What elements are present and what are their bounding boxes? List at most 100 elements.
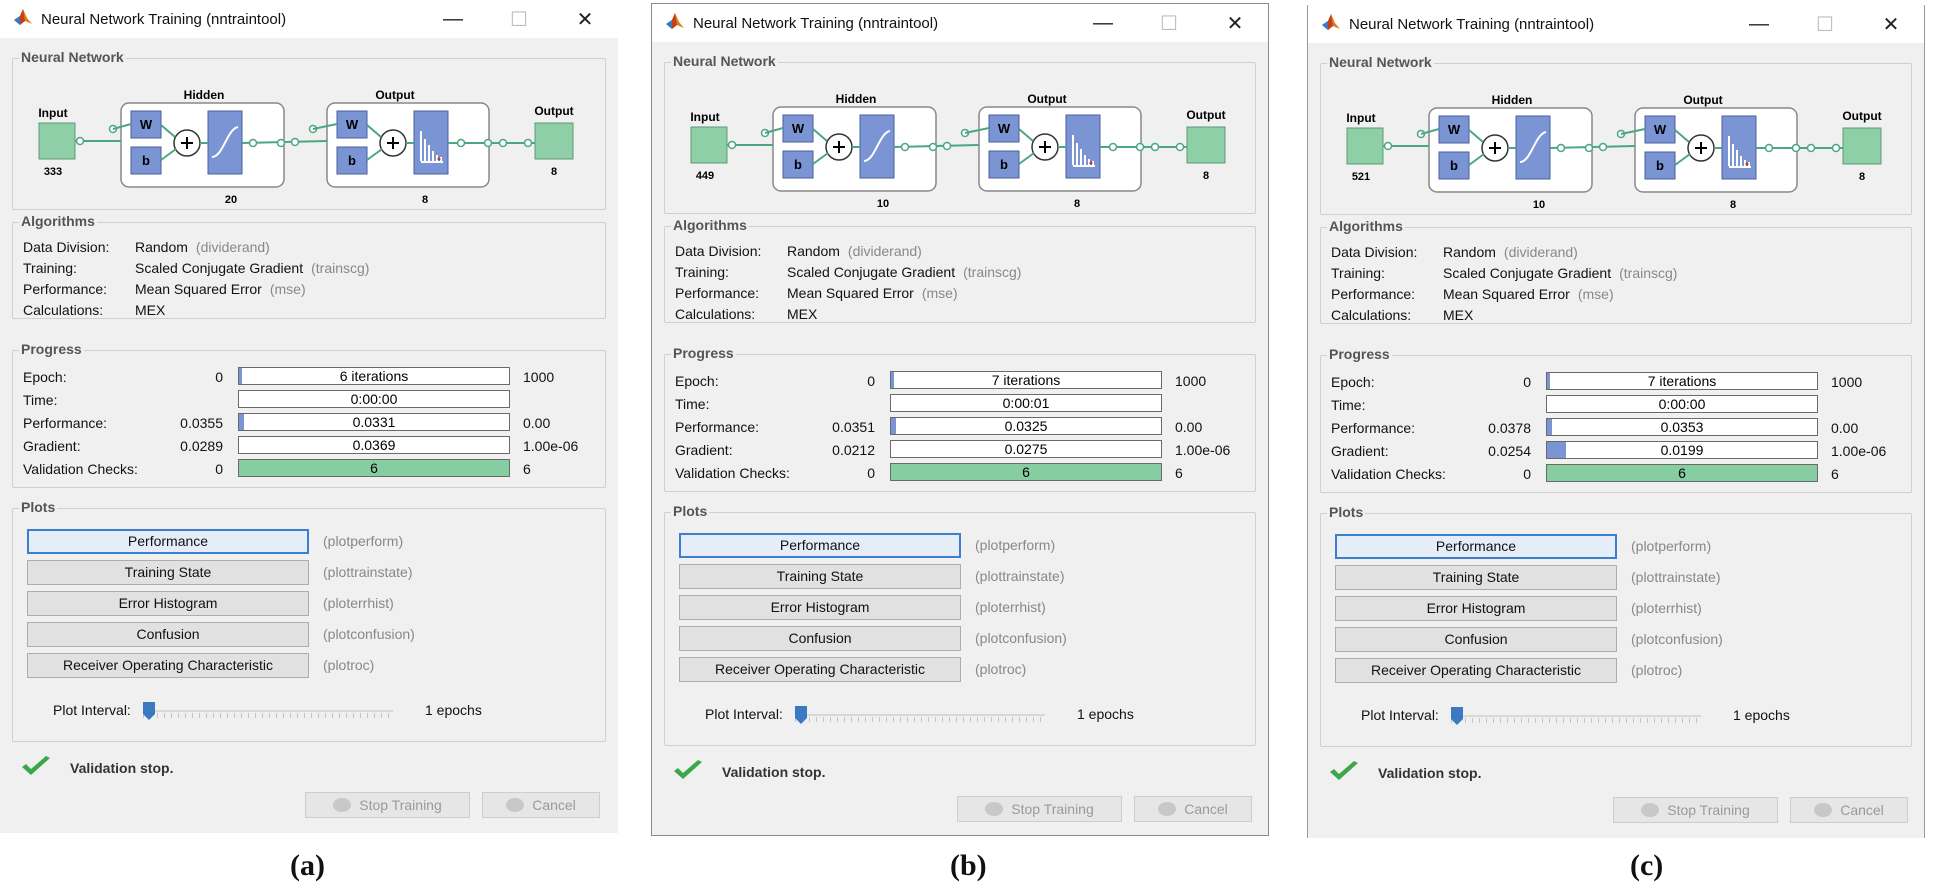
plot-button-receiver-operating-characteristic[interactable]: Receiver Operating Characteristic bbox=[27, 653, 309, 678]
maximize-icon[interactable]: ☐ bbox=[1136, 4, 1202, 42]
title-bar[interactable]: Neural Network Training (nntraintool) — ☐ ✕ bbox=[0, 0, 618, 38]
plot-button-error-histogram[interactable]: Error Histogram bbox=[1335, 596, 1617, 621]
minimize-icon[interactable]: — bbox=[1726, 5, 1792, 43]
plot-function: (plotroc) bbox=[323, 657, 375, 673]
plot-button-confusion[interactable]: Confusion bbox=[27, 622, 309, 647]
section-label: Progress bbox=[19, 341, 84, 357]
input-size: 521 bbox=[1352, 171, 1370, 183]
plot-button-performance[interactable]: Performance bbox=[27, 529, 309, 554]
stop-training-button[interactable]: Stop Training bbox=[305, 792, 470, 818]
progress-current-value: 0.0331 bbox=[352, 414, 396, 430]
algorithm-row: Data Division: Random (dividerand) bbox=[675, 243, 922, 259]
output-transfer-block bbox=[413, 110, 449, 175]
progress-max-value: 0.00 bbox=[1831, 420, 1859, 436]
plot-button-error-histogram[interactable]: Error Histogram bbox=[679, 595, 961, 620]
hidden-bias-label: b bbox=[794, 157, 802, 172]
maximize-icon[interactable]: ☐ bbox=[486, 0, 552, 38]
stop-training-button[interactable]: Stop Training bbox=[957, 796, 1122, 822]
plot-function: (plotconfusion) bbox=[1631, 631, 1723, 647]
minimize-icon[interactable]: — bbox=[1070, 4, 1136, 42]
slider-thumb[interactable] bbox=[143, 702, 155, 720]
title-bar[interactable]: Neural Network Training (nntraintool) — ☐ ✕ bbox=[1308, 5, 1924, 43]
progress-current-value: 0.0199 bbox=[1660, 442, 1704, 458]
maximize-icon[interactable]: ☐ bbox=[1792, 5, 1858, 43]
progress-max-value: 1.00e-06 bbox=[1831, 443, 1887, 459]
minimize-icon[interactable]: — bbox=[420, 0, 486, 38]
algorithm-function: (dividerand) bbox=[1503, 244, 1578, 260]
plot-button-receiver-operating-characteristic[interactable]: Receiver Operating Characteristic bbox=[1335, 658, 1617, 683]
algorithm-value: Mean Squared Error bbox=[787, 285, 914, 301]
stop-training-button[interactable]: Stop Training bbox=[1613, 797, 1778, 823]
output-bias-label: b bbox=[1000, 157, 1008, 172]
cancel-button[interactable]: Cancel bbox=[482, 792, 600, 818]
stop-icon bbox=[985, 802, 1004, 816]
plot-interval-value: 1 epochs bbox=[1733, 707, 1790, 723]
progress-max-value: 6 bbox=[523, 461, 531, 477]
cancel-icon bbox=[1814, 803, 1833, 817]
algorithm-row: Data Division: Random (dividerand) bbox=[23, 239, 270, 255]
status-message: Validation stop. bbox=[1328, 760, 1481, 785]
progress-row: Epoch: 0 7 iterations 1000 bbox=[1331, 372, 1911, 392]
plot-interval-slider[interactable] bbox=[795, 706, 1045, 724]
plot-interval-slider[interactable] bbox=[1451, 707, 1701, 725]
slider-thumb[interactable] bbox=[1451, 707, 1463, 725]
stop-icon bbox=[1641, 803, 1660, 817]
progress-row: Validation Checks: 0 6 6 bbox=[675, 463, 1255, 483]
algorithm-label: Training: bbox=[23, 260, 77, 276]
plot-function: (plotconfusion) bbox=[975, 630, 1067, 646]
hidden-layer-label: Hidden bbox=[836, 92, 877, 106]
input-size: 449 bbox=[696, 170, 714, 182]
algorithms-panel: Algorithms Data Division: Random (divideran… bbox=[1320, 218, 1912, 324]
progress-current-value: 6 bbox=[1022, 464, 1030, 480]
progress-current-value: 0.0369 bbox=[352, 437, 396, 453]
plot-button-performance[interactable]: Performance bbox=[679, 533, 961, 558]
plot-function: (ploterrhist) bbox=[975, 599, 1046, 615]
close-icon[interactable]: ✕ bbox=[552, 0, 618, 38]
algorithms-panel: Algorithms Data Division: Random (divideran… bbox=[12, 213, 606, 319]
nntraintool-window: Neural Network Training (nntraintool) — ☐ ✕… bbox=[0, 0, 618, 833]
algorithm-row: Performance: Mean Squared Error (mse) bbox=[675, 285, 958, 301]
connection-node bbox=[1806, 143, 1816, 153]
window-controls: — ☐ ✕ bbox=[1070, 4, 1268, 42]
algorithms-panel: Algorithms Data Division: Random (divideran… bbox=[664, 217, 1256, 323]
progress-bar: 0.0325 bbox=[890, 417, 1162, 435]
hidden-bias-label: b bbox=[1450, 158, 1458, 173]
plot-button-error-histogram[interactable]: Error Histogram bbox=[27, 591, 309, 616]
title-bar[interactable]: Neural Network Training (nntraintool) — ☐ ✕ bbox=[652, 4, 1268, 42]
algorithm-value: Random bbox=[787, 243, 840, 259]
progress-row: Performance: 0.0351 0.0325 0.00 bbox=[675, 417, 1255, 437]
close-icon[interactable]: ✕ bbox=[1202, 4, 1268, 42]
plot-interval-label: Plot Interval: bbox=[1361, 707, 1439, 723]
slider-thumb[interactable] bbox=[795, 706, 807, 724]
progress-row: Performance: 0.0355 0.0331 0.00 bbox=[23, 413, 605, 433]
progress-label: Time: bbox=[23, 392, 58, 408]
algorithm-value: Mean Squared Error bbox=[1443, 286, 1570, 302]
close-icon[interactable]: ✕ bbox=[1858, 5, 1924, 43]
hidden-layer-size: 20 bbox=[225, 194, 237, 203]
algorithm-function: (mse) bbox=[921, 285, 958, 301]
progress-max-value: 6 bbox=[1175, 465, 1183, 481]
plot-button-confusion[interactable]: Confusion bbox=[1335, 627, 1617, 652]
window-controls: — ☐ ✕ bbox=[1726, 5, 1924, 43]
algorithm-row: Training: Scaled Conjugate Gradient (train… bbox=[23, 260, 369, 276]
progress-row: Validation Checks: 0 6 6 bbox=[23, 459, 605, 479]
plot-button-training-state[interactable]: Training State bbox=[1335, 565, 1617, 590]
progress-bar: 0:00:00 bbox=[238, 390, 510, 408]
plot-button-confusion[interactable]: Confusion bbox=[679, 626, 961, 651]
status-text: Validation stop. bbox=[722, 763, 826, 780]
plot-interval-slider[interactable] bbox=[143, 702, 393, 720]
plot-button-training-state[interactable]: Training State bbox=[679, 564, 961, 589]
progress-max-value: 0.00 bbox=[523, 415, 551, 431]
algorithm-function: (dividerand) bbox=[847, 243, 922, 259]
progress-panel: Progress Epoch: 0 7 iterations 1000 Time: 0:00… bbox=[1320, 346, 1912, 493]
connection-node bbox=[1150, 142, 1160, 152]
plot-button-training-state[interactable]: Training State bbox=[27, 560, 309, 585]
checkmark-icon bbox=[1328, 760, 1378, 785]
plot-button-receiver-operating-characteristic[interactable]: Receiver Operating Characteristic bbox=[679, 657, 961, 682]
plot-button-performance[interactable]: Performance bbox=[1335, 534, 1617, 559]
progress-current-value: 0:00:01 bbox=[1002, 395, 1050, 411]
cancel-button[interactable]: Cancel bbox=[1790, 797, 1908, 823]
matlab-logo-icon bbox=[1308, 11, 1342, 38]
cancel-button[interactable]: Cancel bbox=[1134, 796, 1252, 822]
output-label: Output bbox=[1842, 109, 1881, 123]
